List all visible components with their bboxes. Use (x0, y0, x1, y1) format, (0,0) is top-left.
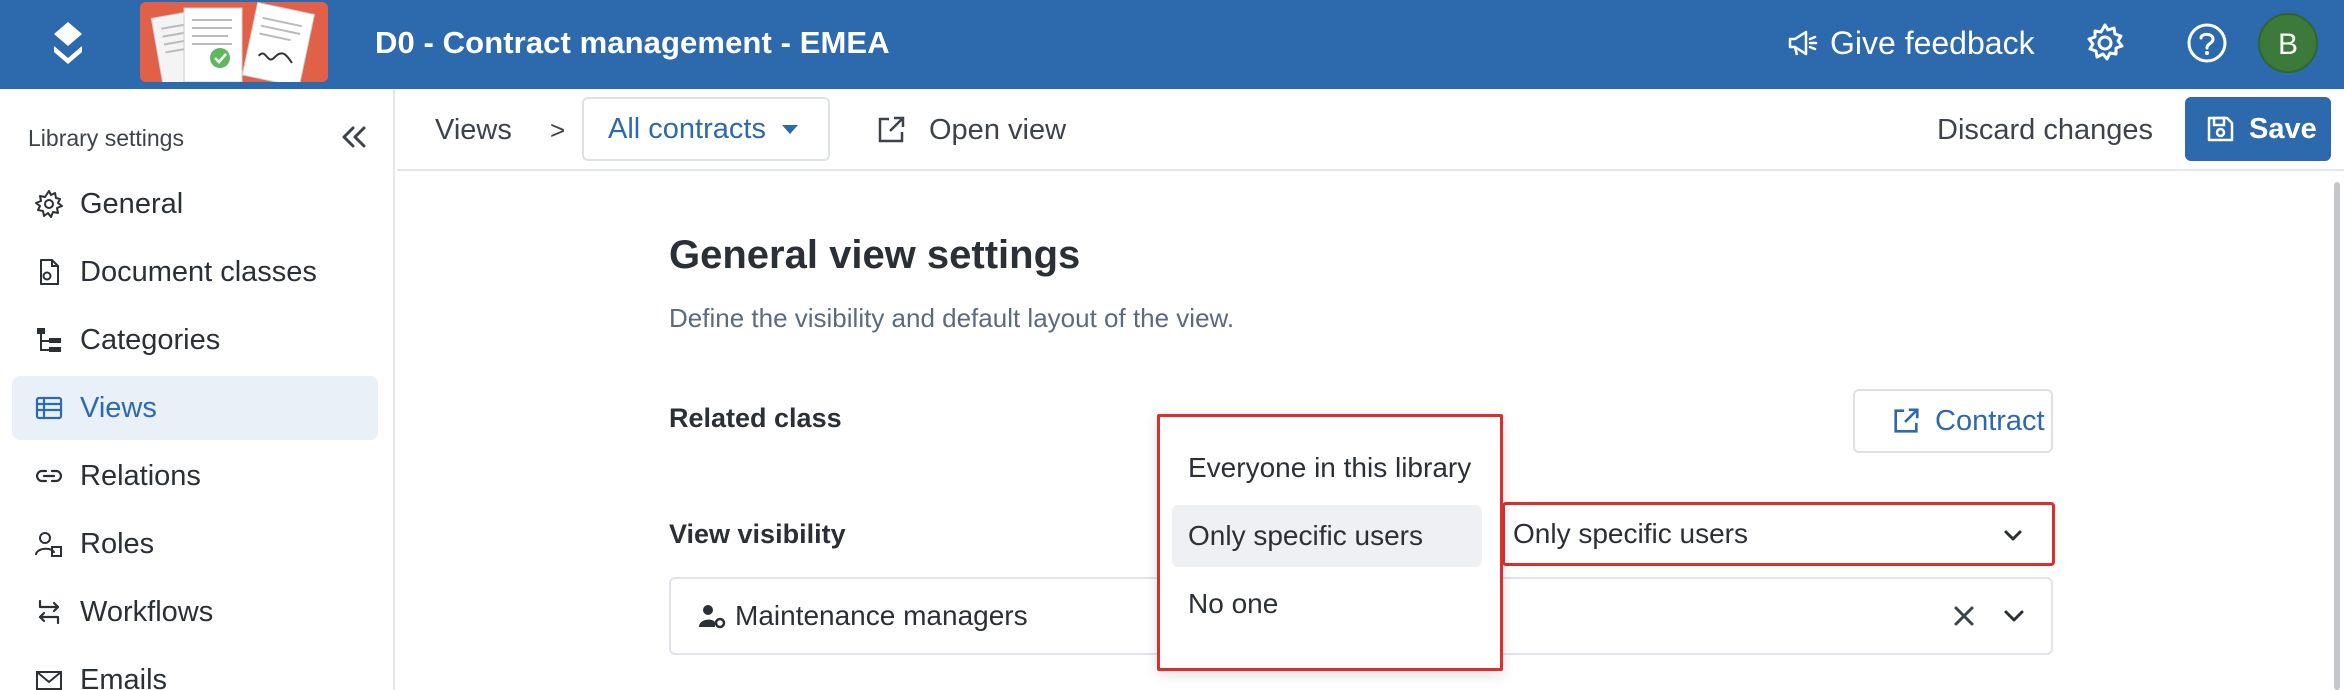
top-bar: D0 - Contract management - EMEA Give fee… (0, 0, 2344, 89)
document-gear-icon (32, 255, 66, 289)
view-visibility-value: Only specific users (1513, 518, 1748, 549)
sidebar-item-label: General (80, 187, 184, 220)
user-group-chip: Maintenance managers (697, 579, 1028, 653)
sidebar-item-label: Views (80, 391, 157, 424)
content-scrollbar[interactable] (2334, 182, 2340, 690)
option-everyone-in-library[interactable]: Everyone in this library (1172, 437, 1482, 499)
link-icon (32, 459, 66, 493)
page-description: Define the visibility and default layout… (669, 303, 1235, 333)
sidebar-item-label: Document classes (80, 255, 317, 288)
breadcrumb-separator: > (550, 115, 566, 145)
sidebar-item-label: Emails (80, 663, 168, 690)
clear-selection-icon[interactable] (1949, 601, 1979, 631)
option-only-specific-users[interactable]: Only specific users (1172, 505, 1482, 567)
sidebar-item-workflows[interactable]: Workflows (12, 580, 378, 644)
settings-icon[interactable] (2082, 20, 2128, 66)
save-label: Save (2249, 112, 2317, 145)
give-feedback-label: Give feedback (1830, 24, 2035, 61)
gear-icon (32, 187, 66, 221)
sidebar-item-label: Relations (80, 459, 201, 492)
megaphone-icon (1788, 30, 1818, 56)
sidebar-item-relations[interactable]: Relations (12, 444, 378, 508)
sidebar-item-label: Categories (80, 323, 221, 356)
sidebar-item-general[interactable]: General (12, 172, 378, 236)
related-class-label: Related class (669, 403, 842, 433)
sidebar-item-categories[interactable]: Categories (12, 308, 378, 372)
sidebar-item-roles[interactable]: Roles (12, 512, 378, 576)
workflow-arrows-icon (32, 595, 66, 629)
view-selector-dropdown[interactable]: All contracts (582, 97, 830, 161)
page-title: General view settings (669, 233, 1081, 277)
user-roles-icon (32, 527, 66, 561)
related-class-value: Contract (1935, 404, 2045, 437)
floppy-disk-icon (2207, 116, 2234, 142)
sidebar-title: Library settings (28, 125, 184, 151)
help-icon[interactable] (2184, 20, 2230, 66)
save-button[interactable]: Save (2185, 97, 2331, 161)
external-link-icon (1894, 408, 1919, 433)
current-view-label: All contracts (608, 112, 766, 145)
visibility-options-menu: Everyone in this library Only specific u… (1157, 414, 1503, 671)
discard-changes-button[interactable]: Discard changes (1937, 89, 2153, 171)
related-class-button[interactable]: Contract (1853, 389, 2053, 453)
breadcrumb-views[interactable]: Views (435, 89, 512, 171)
double-chevron-left-icon (342, 126, 366, 148)
library-settings-sidebar: Library settings General Document classe… (0, 89, 395, 690)
collapse-sidebar-button[interactable] (336, 119, 372, 155)
view-visibility-select[interactable]: Only specific users (1502, 502, 2055, 566)
open-view-button[interactable]: Open view (875, 89, 1066, 171)
view-toolbar: Views > All contracts Open view Discard … (397, 89, 2344, 171)
user-group-name: Maintenance managers (735, 600, 1028, 631)
library-title: D0 - Contract management - EMEA (375, 25, 890, 60)
app-logo-icon[interactable] (40, 16, 96, 72)
view-visibility-label: View visibility (669, 519, 846, 549)
chevron-down-icon (2000, 523, 2026, 556)
caret-down-icon (781, 124, 798, 134)
envelope-icon (32, 663, 66, 690)
hierarchy-icon (32, 323, 66, 357)
sidebar-item-label: Workflows (80, 595, 214, 628)
user-gear-icon (699, 605, 726, 629)
user-avatar[interactable]: B (2258, 13, 2318, 73)
external-link-icon (878, 116, 905, 143)
option-no-one[interactable]: No one (1172, 573, 1482, 635)
table-list-icon (32, 391, 66, 425)
open-view-label: Open view (929, 113, 1067, 146)
library-banner-image (140, 2, 328, 82)
sidebar-item-label: Roles (80, 527, 155, 560)
sidebar-item-views[interactable]: Views (12, 376, 378, 440)
sidebar-item-document-classes[interactable]: Document classes (12, 240, 378, 304)
sidebar-item-emails[interactable]: Emails (12, 648, 378, 690)
give-feedback-button[interactable]: Give feedback (1786, 16, 2035, 70)
chevron-down-icon[interactable] (1999, 601, 2029, 631)
